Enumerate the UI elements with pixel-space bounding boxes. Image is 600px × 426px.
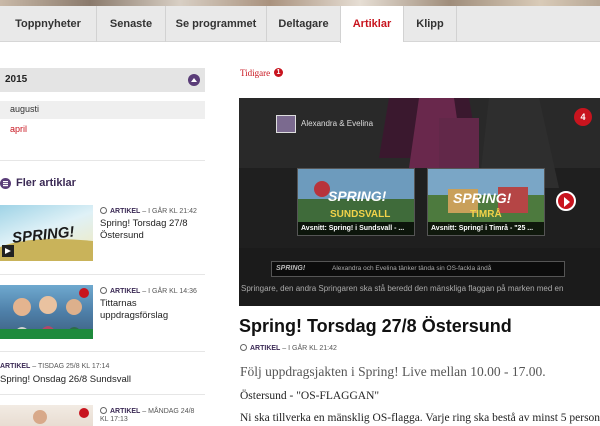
related-video-card[interactable]: SPRING! SUNDSVALL Avsnitt: Spring! i Sun…	[297, 168, 415, 236]
tab-klipp[interactable]: Klipp	[403, 6, 457, 42]
subtitle-ticker: Springare, den andra Springaren ska stå …	[241, 284, 564, 293]
related-video-caption: Avsnitt: Spring! i Timrå - "25 ...	[428, 222, 544, 235]
month-link[interactable]: april	[10, 124, 27, 134]
related-video-card[interactable]: SPRING! TIMRÅ Avsnitt: Spring! i Timrå -…	[427, 168, 545, 236]
collapse-up-icon[interactable]	[188, 74, 200, 86]
article-meta: ARTIKEL – I GÅR KL 21:42	[100, 207, 197, 215]
month-label: augusti	[10, 104, 40, 114]
tab-artiklar[interactable]: Artiklar	[340, 6, 403, 43]
article-thumbnail[interactable]	[0, 405, 93, 426]
tab-deltagare[interactable]: Deltagare	[266, 6, 340, 42]
player-info-bar: SPRING! Alexandra och Evelina tänker tän…	[271, 261, 565, 277]
divider	[0, 274, 205, 275]
main-nav: Toppnyheter Senaste Se programmet Deltag…	[0, 6, 600, 43]
article-title-link[interactable]: Tittarnas uppdragsförslag	[100, 298, 205, 322]
channel-name: Alexandra & Evelina	[301, 119, 374, 128]
related-place: SUNDSVALL	[330, 209, 390, 220]
archive-year-label: 2015	[5, 74, 28, 85]
notification-badge: 1	[274, 68, 283, 77]
article-meta: ARTIKEL – I GÅR KL 14:36	[100, 287, 197, 295]
article-meta-line2: KL 17:13	[100, 416, 128, 423]
article-title-link[interactable]: Spring! Onsdag 26/8 Sundsvall	[0, 374, 205, 386]
tv4-logo: 4	[574, 108, 592, 126]
tab-se-programmet[interactable]: Se programmet	[165, 6, 266, 42]
related-logo: SPRING!	[328, 188, 387, 204]
next-arrow-icon[interactable]	[556, 191, 576, 211]
divider	[0, 160, 205, 161]
more-articles-title: Fler artiklar	[16, 177, 76, 189]
tidigare-link[interactable]: Tidigare	[240, 68, 270, 78]
related-video-caption: Avsnitt: Spring! i Sundsvall - ...	[298, 222, 414, 235]
related-logo: SPRING!	[453, 190, 512, 206]
article-lead: Följ uppdragsjakten i Spring! Live mella…	[240, 364, 546, 379]
tab-senaste[interactable]: Senaste	[96, 6, 165, 42]
article-body: Ni ska tillverka en mänsklig OS-flagga. …	[240, 412, 600, 424]
divider	[0, 394, 205, 395]
bar-logo: SPRING!	[276, 265, 306, 272]
tab-toppnyheter[interactable]: Toppnyheter	[0, 6, 96, 42]
video-player[interactable]: Alexandra & Evelina 4 SPRING! SUNDSVALL …	[239, 98, 600, 306]
article-meta: ARTIKEL – MÅNDAG 24/8	[100, 407, 194, 415]
divider	[0, 351, 205, 352]
related-place: TIMRÅ	[470, 207, 502, 220]
clock-icon	[100, 287, 107, 294]
article-thumbnail[interactable]	[0, 285, 93, 339]
article-meta: ARTIKEL – TISDAG 25/8 KL 17:14	[0, 363, 110, 370]
channel-avatar	[276, 115, 296, 133]
month-item-selected[interactable]: augusti	[0, 101, 205, 119]
articles-icon	[0, 178, 11, 189]
archive-year-header[interactable]: 2015	[0, 68, 205, 92]
clock-icon	[100, 207, 107, 214]
clock-icon	[240, 344, 247, 351]
article-meta: ARTIKEL – I GÅR KL 21:42	[240, 344, 337, 352]
article-title-link[interactable]: Spring! Torsdag 27/8 Östersund	[100, 218, 205, 242]
play-icon[interactable]	[0, 244, 14, 258]
clock-icon	[100, 407, 107, 414]
article-headline: Spring! Torsdag 27/8 Östersund	[239, 316, 512, 336]
bar-text: Alexandra och Evelina tänker tända sin O…	[332, 265, 492, 272]
article-section-label: Östersund - "OS-FLAGGAN"	[240, 390, 380, 402]
